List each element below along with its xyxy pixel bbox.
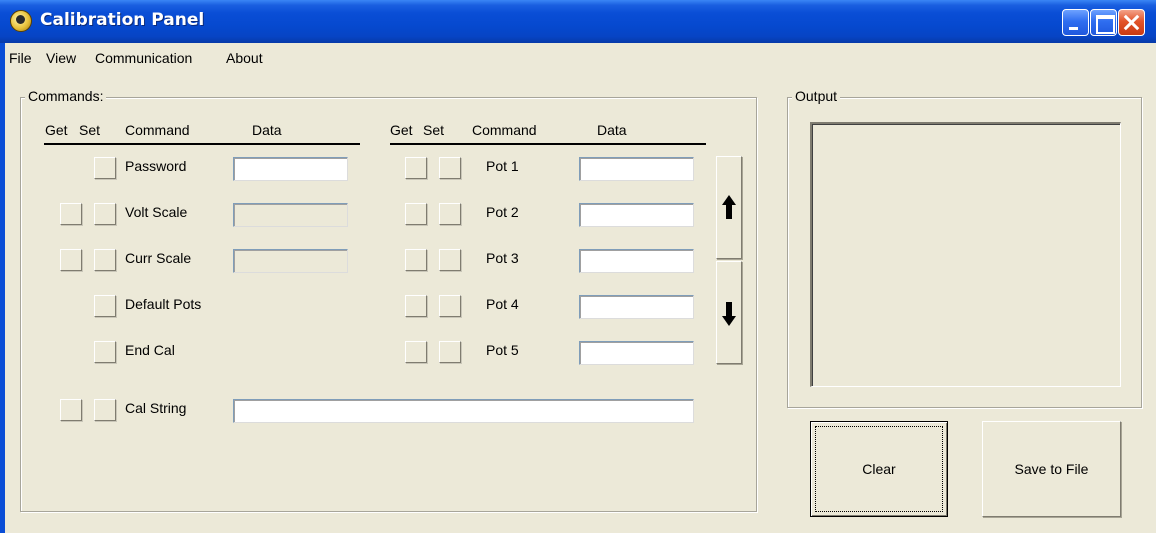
pot-2-field[interactable] <box>579 203 694 227</box>
window-title: Calibration Panel <box>40 10 205 30</box>
header-get: Get <box>45 122 68 138</box>
pot-4-field[interactable] <box>579 295 694 319</box>
title-bar[interactable]: Calibration Panel <box>0 0 1156 43</box>
pot-label: Pot 4 <box>486 296 519 312</box>
menu-about[interactable]: About <box>226 50 263 66</box>
get-pot-4-button[interactable] <box>405 295 427 317</box>
pot-label: Pot 1 <box>486 158 519 174</box>
set-pot-1-button[interactable] <box>439 157 461 179</box>
save-to-file-button[interactable]: Save to File <box>982 421 1121 517</box>
pot-1-field[interactable] <box>579 157 694 181</box>
get-cal-string-button[interactable] <box>60 399 82 421</box>
minimize-button[interactable] <box>1062 9 1089 36</box>
volt-scale-field <box>233 203 348 227</box>
get-volt-scale-button[interactable] <box>60 203 82 225</box>
menu-view[interactable]: View <box>46 50 76 66</box>
command-label: End Cal <box>125 342 175 358</box>
pot-label: Pot 3 <box>486 250 519 266</box>
header-data-right: Data <box>597 122 627 138</box>
set-password-button[interactable] <box>94 157 116 179</box>
command-label: Default Pots <box>125 296 202 312</box>
get-pot-5-button[interactable] <box>405 341 427 363</box>
set-end-cal-button[interactable] <box>94 341 116 363</box>
output-textbox[interactable] <box>810 122 1121 387</box>
set-cal-string-button[interactable] <box>94 399 116 421</box>
set-pot-5-button[interactable] <box>439 341 461 363</box>
focus-rectangle <box>815 426 943 512</box>
command-label: Curr Scale <box>125 250 192 266</box>
maximize-button[interactable] <box>1090 9 1117 36</box>
calibration-panel-window: Calibration Panel File View Communicatio… <box>0 0 1156 533</box>
command-label: Volt Scale <box>125 204 188 220</box>
pot-5-field[interactable] <box>579 341 694 365</box>
pot-label: Pot 5 <box>486 342 519 358</box>
get-curr-scale-button[interactable] <box>60 249 82 271</box>
header-set-right: Set <box>423 122 445 138</box>
header-get-right: Get <box>390 122 413 138</box>
pot-3-field[interactable] <box>579 249 694 273</box>
menu-bar: File View Communication About <box>0 43 1156 73</box>
curr-scale-field <box>233 249 348 273</box>
set-curr-scale-button[interactable] <box>94 249 116 271</box>
header-command-right: Command <box>472 122 537 138</box>
get-pot-1-button[interactable] <box>405 157 427 179</box>
header-set: Set <box>79 122 101 138</box>
get-pot-2-button[interactable] <box>405 203 427 225</box>
command-label: Password <box>125 158 187 174</box>
set-volt-scale-button[interactable] <box>94 203 116 225</box>
window-frame-left <box>0 43 5 533</box>
close-button[interactable] <box>1118 9 1145 36</box>
set-pot-2-button[interactable] <box>439 203 461 225</box>
pot-scroll-up-button[interactable] <box>716 156 742 259</box>
menu-communication[interactable]: Communication <box>95 50 192 66</box>
set-default-pots-button[interactable] <box>94 295 116 317</box>
app-icon[interactable] <box>10 10 32 32</box>
header-divider <box>44 143 360 145</box>
clear-button[interactable]: Clear <box>810 421 948 517</box>
menu-file[interactable]: File <box>9 50 32 66</box>
password-field[interactable] <box>233 157 348 181</box>
header-divider-right <box>390 143 706 145</box>
header-data: Data <box>252 122 282 138</box>
cal-string-field[interactable] <box>233 399 694 423</box>
set-pot-3-button[interactable] <box>439 249 461 271</box>
pot-label: Pot 2 <box>486 204 519 220</box>
output-group-label: Output <box>792 88 841 104</box>
commands-group-label: Commands: <box>25 88 107 104</box>
set-pot-4-button[interactable] <box>439 295 461 317</box>
pot-scroll-down-button[interactable] <box>716 261 742 364</box>
cal-string-label: Cal String <box>125 400 187 416</box>
get-pot-3-button[interactable] <box>405 249 427 271</box>
save-to-file-button-label: Save to File <box>1014 461 1089 477</box>
header-command: Command <box>125 122 190 138</box>
